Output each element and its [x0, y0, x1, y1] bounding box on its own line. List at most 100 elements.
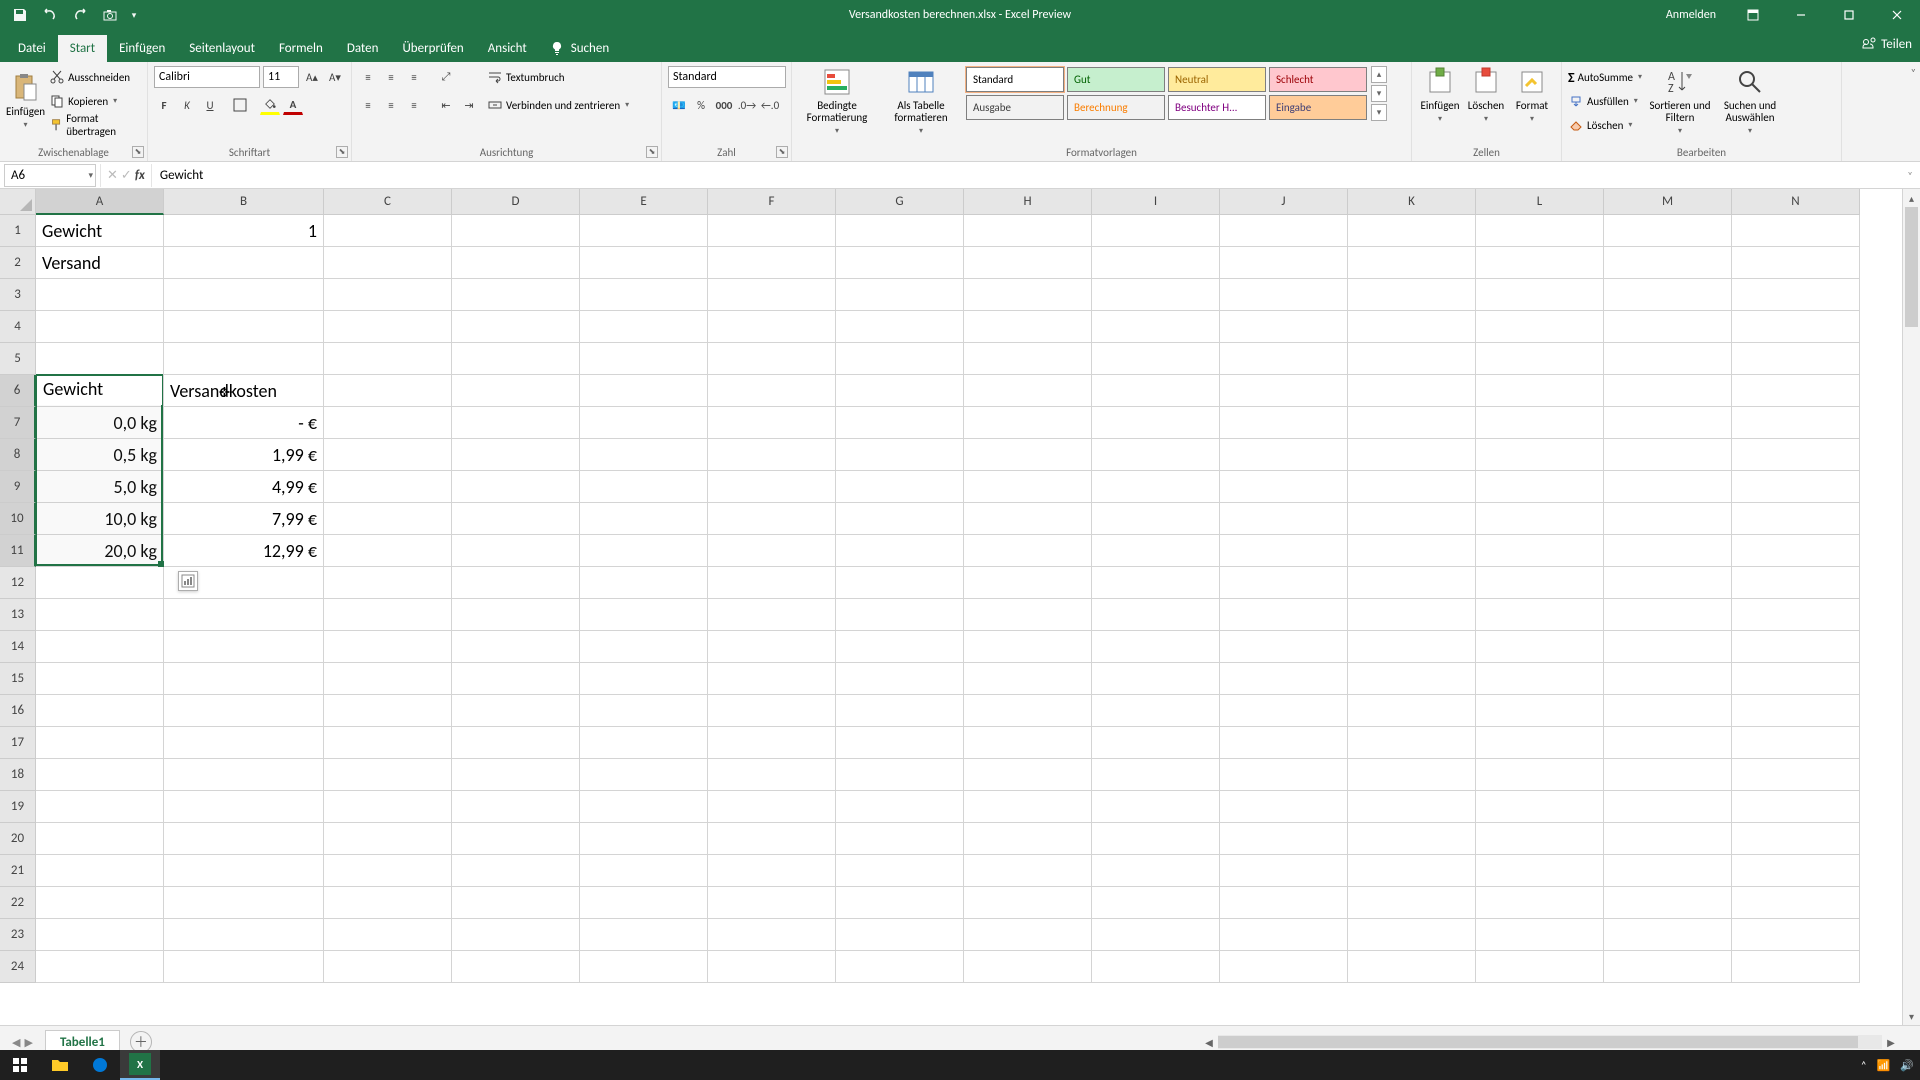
format-as-table-button[interactable]: Als Tabelle formatieren▾ [882, 66, 960, 136]
cell-B20[interactable] [164, 823, 324, 855]
format-painter-button[interactable]: Format übertragen [49, 114, 141, 136]
nav-prev-icon[interactable]: ◀ [12, 1036, 20, 1049]
align-left-icon[interactable]: ≡ [358, 95, 378, 115]
cell-I4[interactable] [1092, 311, 1220, 343]
style-besuchterh[interactable]: Besuchter H... [1168, 95, 1266, 120]
cell-I21[interactable] [1092, 855, 1220, 887]
cell-N8[interactable] [1732, 439, 1860, 471]
cell-C15[interactable] [324, 663, 452, 695]
cell-D3[interactable] [452, 279, 580, 311]
cell-K23[interactable] [1348, 919, 1476, 951]
cell-G9[interactable] [836, 471, 964, 503]
cell-D7[interactable] [452, 407, 580, 439]
row-header[interactable]: 10 [0, 503, 36, 535]
cell-C1[interactable] [324, 215, 452, 247]
cell-H20[interactable] [964, 823, 1092, 855]
cell-G11[interactable] [836, 535, 964, 567]
cell-N7[interactable] [1732, 407, 1860, 439]
edge-taskbar[interactable] [80, 1050, 120, 1080]
cell-G2[interactable] [836, 247, 964, 279]
cell-D8[interactable] [452, 439, 580, 471]
cell-E8[interactable] [580, 439, 708, 471]
cell-D18[interactable] [452, 759, 580, 791]
cell-N21[interactable] [1732, 855, 1860, 887]
cell-D4[interactable] [452, 311, 580, 343]
name-box[interactable]: A6▾ [4, 164, 96, 187]
hscroll-right-icon[interactable]: ▶ [1882, 1034, 1900, 1050]
cell-C4[interactable] [324, 311, 452, 343]
cell-A23[interactable] [36, 919, 164, 951]
italic-button[interactable]: K [177, 95, 197, 115]
cell-K12[interactable] [1348, 567, 1476, 599]
cell-I17[interactable] [1092, 727, 1220, 759]
cell-M2[interactable] [1604, 247, 1732, 279]
tab-start[interactable]: Start [58, 35, 107, 62]
number-launcher-icon[interactable]: ⬊ [776, 146, 788, 158]
cell-I5[interactable] [1092, 343, 1220, 375]
cell-M14[interactable] [1604, 631, 1732, 663]
cell-I22[interactable] [1092, 887, 1220, 919]
undo-icon[interactable] [38, 3, 62, 27]
clipboard-launcher-icon[interactable]: ⬊ [132, 146, 144, 158]
cell-G6[interactable] [836, 375, 964, 407]
cell-I15[interactable] [1092, 663, 1220, 695]
cell-L1[interactable] [1476, 215, 1604, 247]
cell-E19[interactable] [580, 791, 708, 823]
tab-ansicht[interactable]: Ansicht [476, 35, 539, 62]
cell-M22[interactable] [1604, 887, 1732, 919]
cell-J6[interactable] [1220, 375, 1348, 407]
cell-D17[interactable] [452, 727, 580, 759]
tab-formeln[interactable]: Formeln [267, 35, 335, 62]
cell-N14[interactable] [1732, 631, 1860, 663]
cell-K20[interactable] [1348, 823, 1476, 855]
cells-area[interactable]: Gewicht1VersandGewichtVersandkosten0,0 k… [36, 215, 1920, 983]
cell-E7[interactable] [580, 407, 708, 439]
cell-B9[interactable]: 4,99 € [164, 471, 324, 503]
cell-K7[interactable] [1348, 407, 1476, 439]
col-header[interactable]: A [36, 189, 164, 215]
cell-A17[interactable] [36, 727, 164, 759]
cell-J3[interactable] [1220, 279, 1348, 311]
alignment-launcher-icon[interactable]: ⬊ [646, 146, 658, 158]
cell-F21[interactable] [708, 855, 836, 887]
cell-M17[interactable] [1604, 727, 1732, 759]
cell-M21[interactable] [1604, 855, 1732, 887]
cell-D20[interactable] [452, 823, 580, 855]
cell-B23[interactable] [164, 919, 324, 951]
cell-G21[interactable] [836, 855, 964, 887]
gallery-up-icon[interactable]: ▴ [1371, 66, 1387, 83]
cell-L5[interactable] [1476, 343, 1604, 375]
cell-J4[interactable] [1220, 311, 1348, 343]
cell-A7[interactable]: 0,0 kg [36, 407, 164, 439]
row-header[interactable]: 2 [0, 247, 36, 279]
cell-A21[interactable] [36, 855, 164, 887]
system-tray[interactable]: ˄ 📶 🔊 [1861, 1059, 1914, 1072]
cell-H23[interactable] [964, 919, 1092, 951]
column-headers[interactable]: ABCDEFGHIJKLMN [36, 189, 1920, 215]
cell-G22[interactable] [836, 887, 964, 919]
col-header[interactable]: L [1476, 189, 1604, 215]
cell-G17[interactable] [836, 727, 964, 759]
cell-F17[interactable] [708, 727, 836, 759]
cell-E2[interactable] [580, 247, 708, 279]
col-header[interactable]: F [708, 189, 836, 215]
style-gut[interactable]: Gut [1067, 67, 1165, 92]
cell-M8[interactable] [1604, 439, 1732, 471]
cell-C2[interactable] [324, 247, 452, 279]
cell-D1[interactable] [452, 215, 580, 247]
cell-H11[interactable] [964, 535, 1092, 567]
cell-N17[interactable] [1732, 727, 1860, 759]
cell-F23[interactable] [708, 919, 836, 951]
comma-format-icon[interactable]: 000 [714, 95, 734, 115]
cell-D14[interactable] [452, 631, 580, 663]
cell-G4[interactable] [836, 311, 964, 343]
close-icon[interactable] [1874, 0, 1920, 30]
cell-E6[interactable] [580, 375, 708, 407]
cell-B5[interactable] [164, 343, 324, 375]
cell-A11[interactable]: 20,0 kg [36, 535, 164, 567]
cell-D10[interactable] [452, 503, 580, 535]
insert-cells-button[interactable]: Einfügen▾ [1418, 66, 1462, 124]
hscroll-thumb[interactable] [1218, 1036, 1858, 1048]
cell-C19[interactable] [324, 791, 452, 823]
cell-K19[interactable] [1348, 791, 1476, 823]
